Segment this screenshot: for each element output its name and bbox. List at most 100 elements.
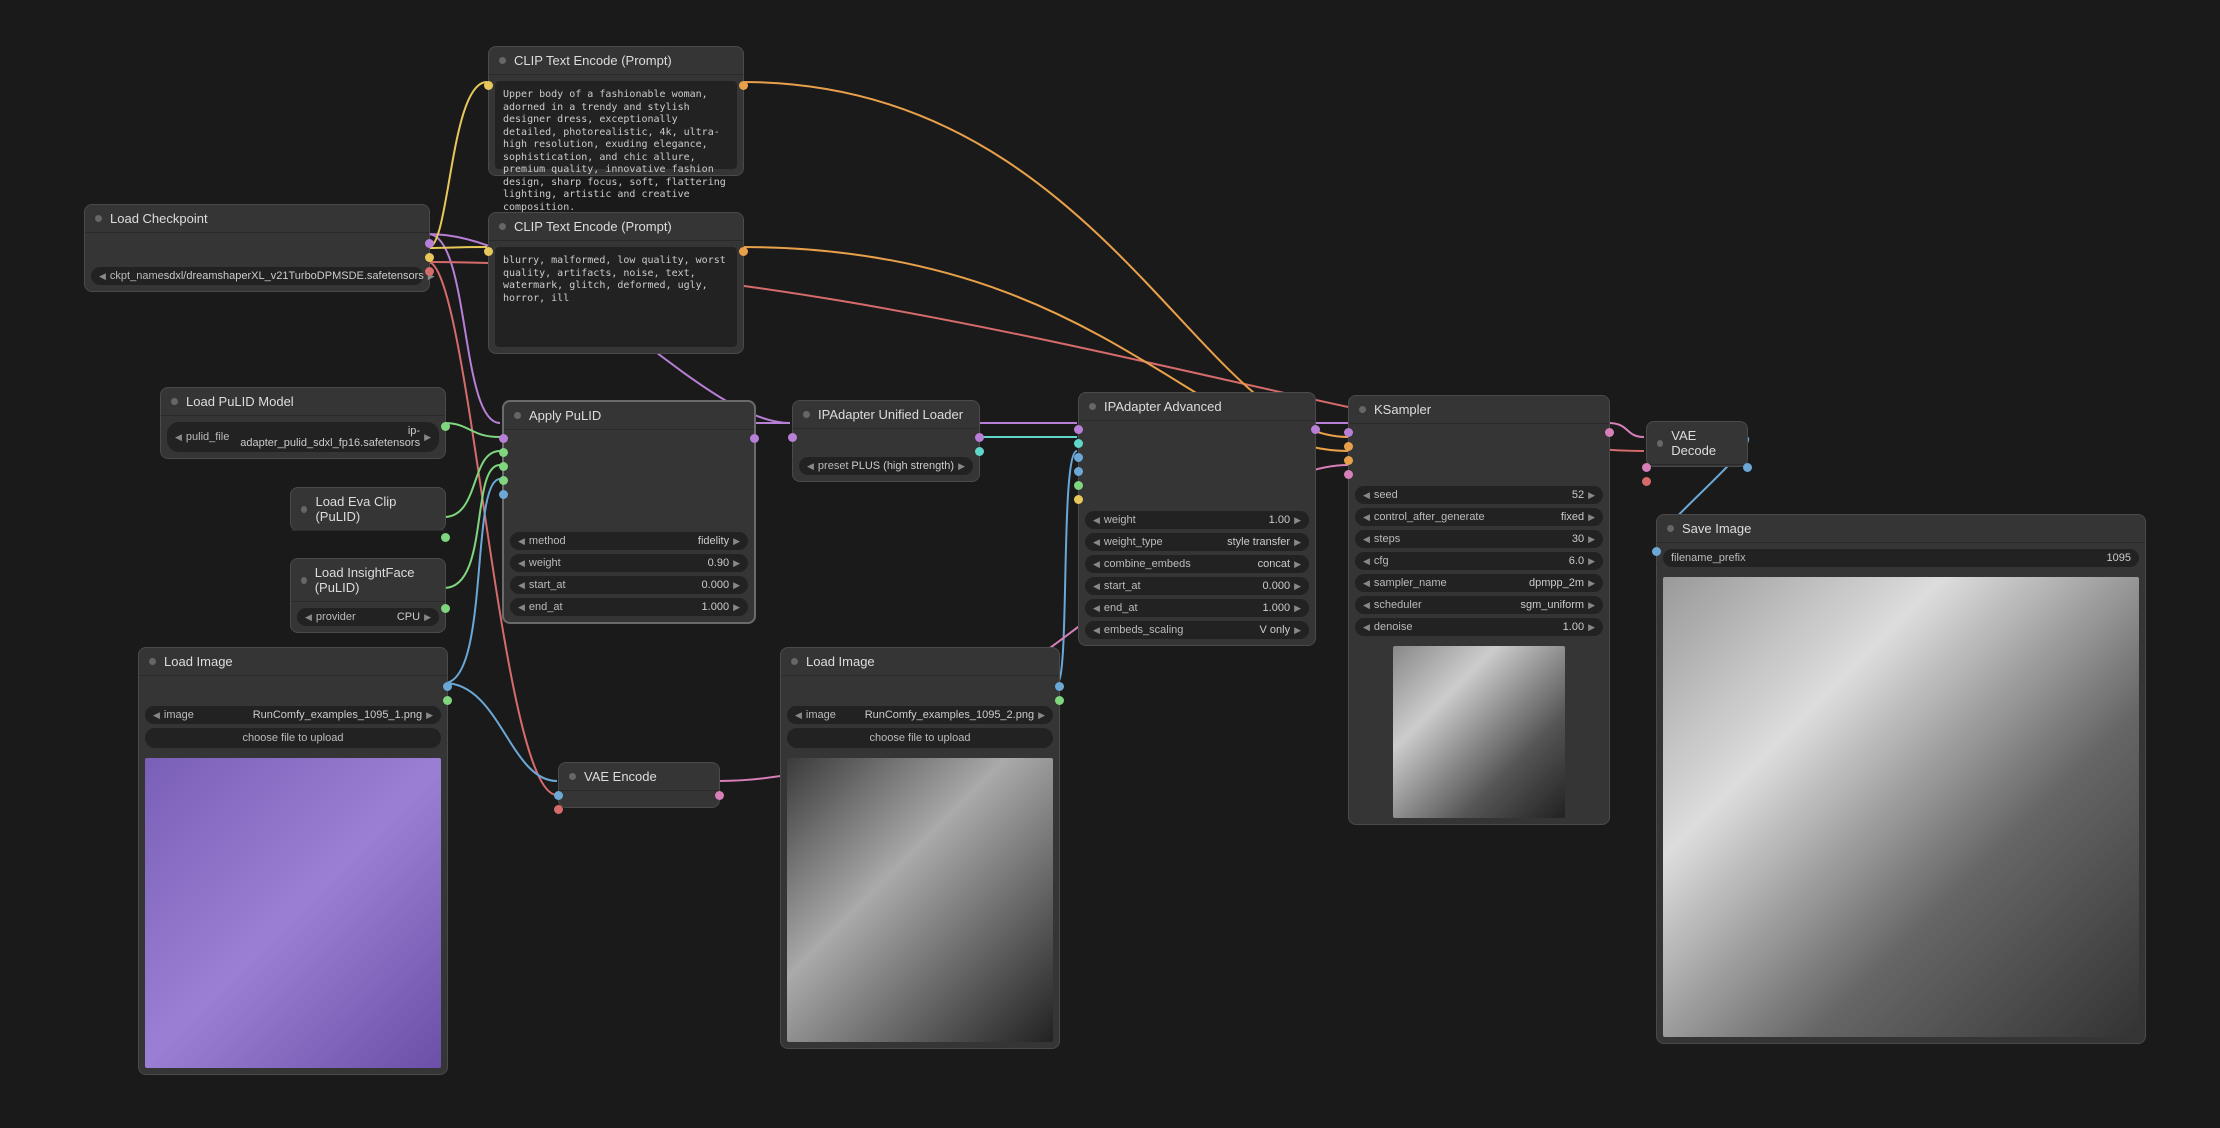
chevron-right-icon[interactable]: ▶ (1294, 537, 1301, 548)
input-port-model[interactable] (1074, 425, 1083, 434)
node-load-insightface[interactable]: Load InsightFace (PuLID) ◀providerCPU▶ (290, 558, 446, 633)
preset-widget[interactable]: ◀presetPLUS (high strength)▶ (799, 457, 973, 475)
collapse-dot-icon[interactable] (499, 223, 506, 230)
node-header[interactable]: Load Image (139, 648, 447, 676)
weight-widget[interactable]: ◀weight0.90▶ (510, 554, 748, 572)
chevron-left-icon[interactable]: ◀ (1363, 490, 1370, 501)
chevron-right-icon[interactable]: ▶ (1294, 515, 1301, 526)
chevron-right-icon[interactable]: ▶ (1588, 578, 1595, 589)
node-apply-pulid[interactable]: Apply PuLID ◀methodfidelity▶ ◀weight0.90… (502, 400, 756, 624)
ckpt-name-widget[interactable]: ◀ckpt_namesdxl/dreamshaperXL_v21TurboDPM… (91, 267, 423, 285)
output-port-latent[interactable] (715, 791, 724, 800)
output-port-conditioning[interactable] (739, 81, 748, 90)
node-load-image-2[interactable]: Load Image ◀imageRunComfy_examples_1095_… (780, 647, 1060, 1049)
collapse-dot-icon[interactable] (803, 411, 810, 418)
input-port-image-negative[interactable] (1074, 467, 1083, 476)
chevron-left-icon[interactable]: ◀ (1363, 600, 1370, 611)
prompt-textarea[interactable]: Upper body of a fashionable woman, adorn… (495, 81, 737, 169)
collapse-dot-icon[interactable] (514, 412, 521, 419)
output-port-model[interactable] (425, 239, 434, 248)
embeds-scaling-widget[interactable]: ◀embeds_scalingV only▶ (1085, 621, 1309, 639)
weight-type-widget[interactable]: ◀weight_typestyle transfer▶ (1085, 533, 1309, 551)
node-header[interactable]: KSampler (1349, 396, 1609, 424)
input-port-attn-mask[interactable] (1074, 481, 1083, 490)
steps-widget[interactable]: ◀steps30▶ (1355, 530, 1603, 548)
image-file-widget[interactable]: ◀imageRunComfy_examples_1095_1.png▶ (145, 706, 441, 724)
node-header[interactable]: Load InsightFace (PuLID) (291, 559, 445, 602)
collapse-dot-icon[interactable] (499, 57, 506, 64)
output-port-eva-clip[interactable] (441, 533, 450, 542)
output-port-latent[interactable] (1605, 428, 1614, 437)
chevron-right-icon[interactable]: ▶ (1588, 556, 1595, 567)
collapse-dot-icon[interactable] (301, 577, 307, 584)
node-header[interactable]: Load Eva Clip (PuLID) (291, 488, 445, 531)
chevron-right-icon[interactable]: ▶ (1588, 622, 1595, 633)
input-port-latent-image[interactable] (1344, 470, 1353, 479)
node-ipadapter-unified-loader[interactable]: IPAdapter Unified Loader ◀presetPLUS (hi… (792, 400, 980, 482)
node-vae-decode[interactable]: VAE Decode (1646, 421, 1748, 467)
chevron-left-icon[interactable]: ◀ (153, 710, 160, 721)
chevron-right-icon[interactable]: ▶ (1294, 625, 1301, 636)
chevron-right-icon[interactable]: ▶ (1588, 490, 1595, 501)
start-at-widget[interactable]: ◀start_at0.000▶ (510, 576, 748, 594)
collapse-dot-icon[interactable] (1667, 525, 1674, 532)
weight-widget[interactable]: ◀weight1.00▶ (1085, 511, 1309, 529)
input-port-images[interactable] (1652, 547, 1661, 556)
chevron-left-icon[interactable]: ◀ (305, 612, 312, 623)
chevron-left-icon[interactable]: ◀ (1363, 622, 1370, 633)
sampler-name-widget[interactable]: ◀sampler_namedpmpp_2m▶ (1355, 574, 1603, 592)
node-header[interactable]: CLIP Text Encode (Prompt) (489, 213, 743, 241)
collapse-dot-icon[interactable] (791, 658, 798, 665)
input-port-model[interactable] (788, 433, 797, 442)
output-port-model[interactable] (975, 433, 984, 442)
input-port-vae[interactable] (1642, 477, 1651, 486)
provider-widget[interactable]: ◀providerCPU▶ (297, 608, 439, 626)
chevron-left-icon[interactable]: ◀ (1093, 515, 1100, 526)
chevron-left-icon[interactable]: ◀ (1363, 556, 1370, 567)
chevron-right-icon[interactable]: ▶ (426, 710, 433, 721)
collapse-dot-icon[interactable] (301, 506, 307, 513)
chevron-right-icon[interactable]: ▶ (1588, 534, 1595, 545)
denoise-widget[interactable]: ◀denoise1.00▶ (1355, 618, 1603, 636)
input-port-model[interactable] (1344, 428, 1353, 437)
chevron-left-icon[interactable]: ◀ (795, 710, 802, 721)
output-port-model[interactable] (1311, 425, 1320, 434)
input-port-positive[interactable] (1344, 442, 1353, 451)
chevron-right-icon[interactable]: ▶ (1588, 600, 1595, 611)
end-at-widget[interactable]: ◀end_at1.000▶ (510, 598, 748, 616)
cfg-widget[interactable]: ◀cfg6.0▶ (1355, 552, 1603, 570)
node-header[interactable]: Load PuLID Model (161, 388, 445, 416)
end-at-widget[interactable]: ◀end_at1.000▶ (1085, 599, 1309, 617)
input-port-image[interactable] (1074, 453, 1083, 462)
node-header[interactable]: Load Image (781, 648, 1059, 676)
input-port-eva-clip[interactable] (499, 462, 508, 471)
chevron-left-icon[interactable]: ◀ (1093, 603, 1100, 614)
node-header[interactable]: IPAdapter Advanced (1079, 393, 1315, 421)
chevron-right-icon[interactable]: ▶ (958, 461, 965, 472)
node-load-image-1[interactable]: Load Image ◀imageRunComfy_examples_1095_… (138, 647, 448, 1075)
node-load-pulid-model[interactable]: Load PuLID Model ◀pulid_fileip-adapter_p… (160, 387, 446, 459)
chevron-left-icon[interactable]: ◀ (518, 536, 525, 547)
collapse-dot-icon[interactable] (569, 773, 576, 780)
chevron-right-icon[interactable]: ▶ (424, 612, 431, 623)
collapse-dot-icon[interactable] (95, 215, 102, 222)
node-header[interactable]: VAE Encode (559, 763, 719, 791)
output-port-clip[interactable] (425, 253, 434, 262)
input-port-clip[interactable] (484, 247, 493, 256)
chevron-right-icon[interactable]: ▶ (1588, 512, 1595, 523)
input-port-clip[interactable] (484, 81, 493, 90)
node-header[interactable]: VAE Decode (1647, 422, 1747, 465)
output-port-image[interactable] (1055, 682, 1064, 691)
node-clip-text-encode-positive[interactable]: CLIP Text Encode (Prompt) Upper body of … (488, 46, 744, 176)
input-port-vae[interactable] (554, 805, 563, 814)
output-port-ipadapter[interactable] (975, 447, 984, 456)
input-port-image[interactable] (499, 490, 508, 499)
chevron-left-icon[interactable]: ◀ (1363, 512, 1370, 523)
node-header[interactable]: CLIP Text Encode (Prompt) (489, 47, 743, 75)
chevron-right-icon[interactable]: ▶ (1294, 581, 1301, 592)
node-ipadapter-advanced[interactable]: IPAdapter Advanced ◀weight1.00▶ ◀weight_… (1078, 392, 1316, 646)
node-clip-text-encode-negative[interactable]: CLIP Text Encode (Prompt) blurry, malfor… (488, 212, 744, 354)
node-header[interactable]: Save Image (1657, 515, 2145, 543)
method-widget[interactable]: ◀methodfidelity▶ (510, 532, 748, 550)
chevron-left-icon[interactable]: ◀ (1093, 537, 1100, 548)
